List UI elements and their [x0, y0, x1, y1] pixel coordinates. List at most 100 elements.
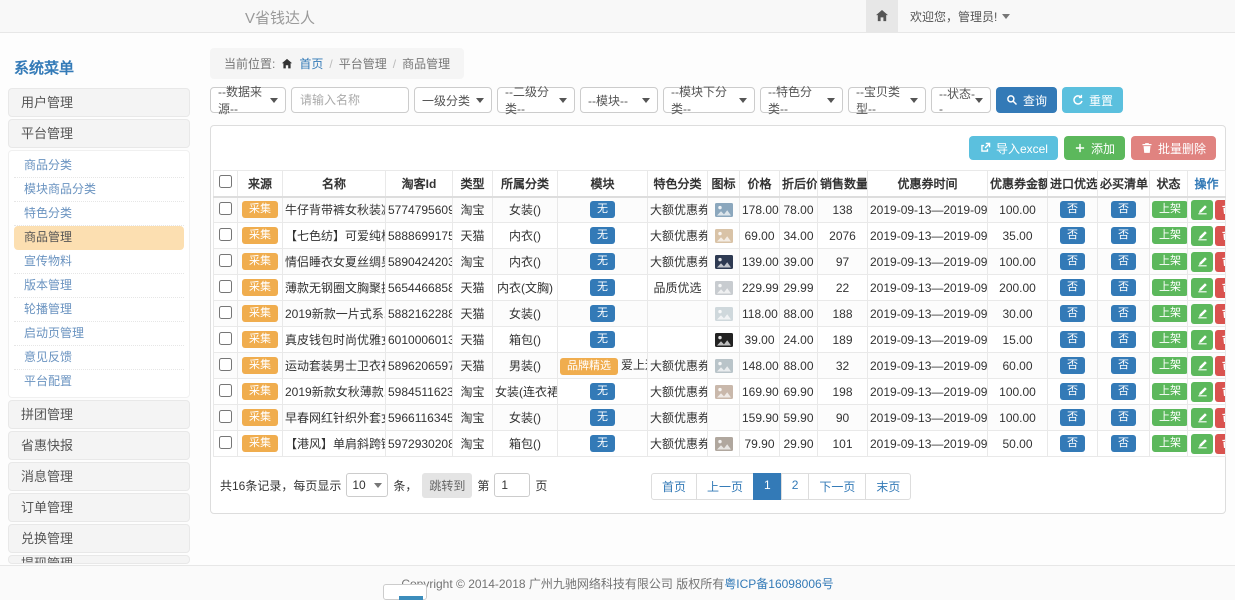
must-buy-badge[interactable]: 否 — [1111, 305, 1136, 322]
sidebar-group-用户管理[interactable]: 用户管理 — [8, 88, 190, 117]
status-badge[interactable]: 上架 — [1152, 253, 1188, 270]
row-checkbox[interactable] — [219, 228, 232, 241]
edit-button[interactable] — [1191, 304, 1213, 324]
delete-button[interactable] — [1215, 408, 1226, 428]
jump-button[interactable]: 跳转到 — [422, 473, 472, 498]
must-buy-badge[interactable]: 否 — [1111, 227, 1136, 244]
filter-select-0[interactable]: --数据来源-- — [210, 87, 286, 113]
edit-button[interactable] — [1191, 226, 1213, 246]
edit-button[interactable] — [1191, 382, 1213, 402]
sidebar-item-启动页管理[interactable]: 启动页管理 — [14, 322, 184, 346]
reset-button[interactable]: 重置 — [1062, 87, 1123, 113]
delete-button[interactable] — [1215, 304, 1226, 324]
filter-select-4[interactable]: --模块下分类-- — [663, 87, 755, 113]
sidebar-group-省惠快报[interactable]: 省惠快报 — [8, 431, 190, 460]
status-badge[interactable]: 上架 — [1152, 305, 1188, 322]
sidebar-item-商品管理[interactable]: 商品管理 — [14, 226, 184, 250]
sidebar-item-意见反馈[interactable]: 意见反馈 — [14, 346, 184, 370]
row-checkbox[interactable] — [219, 280, 232, 293]
row-checkbox[interactable] — [219, 306, 232, 319]
jump-page-input[interactable] — [494, 473, 530, 497]
delete-button[interactable] — [1215, 252, 1226, 272]
sidebar-item-模块商品分类[interactable]: 模块商品分类 — [14, 178, 184, 202]
sidebar-item-特色分类[interactable]: 特色分类 — [14, 202, 184, 226]
row-checkbox[interactable] — [219, 358, 232, 371]
must-buy-badge[interactable]: 否 — [1111, 409, 1136, 426]
row-checkbox[interactable] — [219, 384, 232, 397]
home-button[interactable] — [866, 0, 898, 32]
filter-select-1[interactable]: 一级分类 — [414, 87, 492, 113]
import-select-badge[interactable]: 否 — [1060, 253, 1085, 270]
filter-select-5[interactable]: --特色分类-- — [760, 87, 843, 113]
edit-button[interactable] — [1191, 408, 1213, 428]
name-search-input[interactable] — [291, 87, 409, 113]
filter-select-3[interactable]: --模块-- — [580, 87, 658, 113]
sidebar-item-轮播管理[interactable]: 轮播管理 — [14, 298, 184, 322]
must-buy-badge[interactable]: 否 — [1111, 279, 1136, 296]
import-select-badge[interactable]: 否 — [1060, 305, 1085, 322]
import-select-badge[interactable]: 否 — [1060, 409, 1085, 426]
delete-button[interactable] — [1215, 382, 1226, 402]
import-select-badge[interactable]: 否 — [1060, 383, 1085, 400]
must-buy-badge[interactable]: 否 — [1111, 383, 1136, 400]
sidebar-group-平台管理[interactable]: 平台管理 — [8, 119, 190, 148]
sidebar-item-版本管理[interactable]: 版本管理 — [14, 274, 184, 298]
add-button[interactable]: 添加 — [1064, 136, 1125, 160]
filter-select-7[interactable]: --状态-- — [931, 87, 991, 113]
page-button-上一页[interactable]: 上一页 — [696, 473, 754, 500]
sidebar-item-宣传物料[interactable]: 宣传物料 — [14, 250, 184, 274]
import-select-badge[interactable]: 否 — [1060, 435, 1085, 452]
delete-button[interactable] — [1215, 278, 1226, 298]
edit-button[interactable] — [1191, 330, 1213, 350]
search-button[interactable]: 查询 — [996, 87, 1057, 113]
breadcrumb-home-link[interactable]: 首页 — [299, 55, 323, 72]
sidebar-group-兑换管理[interactable]: 兑换管理 — [8, 524, 190, 553]
must-buy-badge[interactable]: 否 — [1111, 253, 1136, 270]
delete-button[interactable] — [1215, 330, 1226, 350]
must-buy-badge[interactable]: 否 — [1111, 201, 1136, 218]
edit-button[interactable] — [1191, 434, 1213, 454]
status-badge[interactable]: 上架 — [1152, 279, 1188, 296]
delete-button[interactable] — [1215, 226, 1226, 246]
must-buy-badge[interactable]: 否 — [1111, 435, 1136, 452]
sidebar-group-拼团管理[interactable]: 拼团管理 — [8, 400, 190, 429]
edit-button[interactable] — [1191, 200, 1213, 220]
page-size-select[interactable]: 10 — [346, 473, 388, 497]
import-select-badge[interactable]: 否 — [1060, 279, 1085, 296]
filter-select-6[interactable]: --宝贝类型-- — [848, 87, 926, 113]
import-select-badge[interactable]: 否 — [1060, 331, 1085, 348]
status-badge[interactable]: 上架 — [1152, 383, 1188, 400]
import-select-badge[interactable]: 否 — [1060, 201, 1085, 218]
import-excel-button[interactable]: 导入excel — [969, 136, 1058, 160]
page-button-下一页[interactable]: 下一页 — [808, 473, 866, 500]
must-buy-badge[interactable]: 否 — [1111, 331, 1136, 348]
row-checkbox[interactable] — [219, 202, 232, 215]
row-checkbox[interactable] — [219, 254, 232, 267]
user-menu[interactable]: 欢迎您，管理员! — [910, 8, 1010, 25]
import-select-badge[interactable]: 否 — [1060, 357, 1085, 374]
edit-button[interactable] — [1191, 278, 1213, 298]
sidebar-group-订单管理[interactable]: 订单管理 — [8, 493, 190, 522]
status-badge[interactable]: 上架 — [1152, 409, 1188, 426]
row-checkbox[interactable] — [219, 436, 232, 449]
must-buy-badge[interactable]: 否 — [1111, 357, 1136, 374]
filter-select-2[interactable]: --二级分类-- — [497, 87, 575, 113]
row-checkbox[interactable] — [219, 332, 232, 345]
status-badge[interactable]: 上架 — [1152, 331, 1188, 348]
sidebar-group-提现管理[interactable]: 提现管理 — [8, 555, 190, 564]
edit-button[interactable] — [1191, 252, 1213, 272]
sidebar-item-商品分类[interactable]: 商品分类 — [14, 154, 184, 178]
status-badge[interactable]: 上架 — [1152, 201, 1188, 218]
select-all-checkbox[interactable] — [219, 175, 232, 188]
edit-button[interactable] — [1191, 356, 1213, 376]
delete-button[interactable] — [1215, 434, 1226, 454]
sidebar-item-平台配置[interactable]: 平台配置 — [14, 370, 184, 394]
page-button-2[interactable]: 2 — [781, 473, 810, 500]
delete-button[interactable] — [1215, 200, 1226, 220]
sidebar-group-消息管理[interactable]: 消息管理 — [8, 462, 190, 491]
status-badge[interactable]: 上架 — [1152, 227, 1188, 244]
page-button-1[interactable]: 1 — [753, 473, 782, 500]
row-checkbox[interactable] — [219, 410, 232, 423]
page-button-首页[interactable]: 首页 — [651, 473, 697, 500]
delete-button[interactable] — [1215, 356, 1226, 376]
